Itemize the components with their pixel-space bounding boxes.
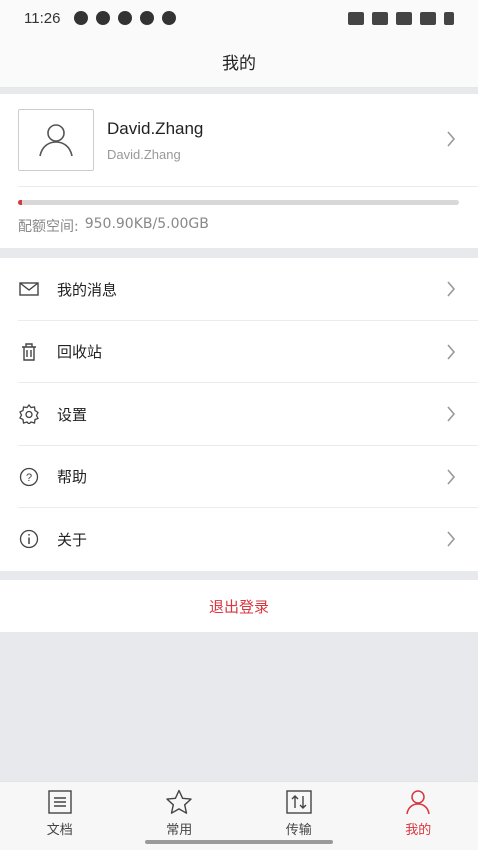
user-subtitle: David.Zhang	[107, 147, 181, 162]
battery-icon	[444, 11, 454, 25]
title-bar: 我的	[0, 36, 478, 88]
menu-item-recycle-bin[interactable]: 回收站	[0, 321, 478, 384]
menu-item-label: 设置	[57, 405, 88, 424]
nav-tab-label: 文档	[46, 823, 73, 838]
transfer-icon	[285, 788, 313, 816]
avatar[interactable]	[18, 109, 94, 171]
system-status-icons	[348, 11, 454, 25]
logout-label: 退出登录	[208, 597, 269, 616]
chevron-right-icon	[447, 343, 456, 360]
mail-icon	[18, 278, 40, 300]
chevron-right-icon	[447, 281, 456, 297]
app-notification-icon	[118, 11, 133, 25]
divider	[18, 186, 478, 187]
volte-icon	[348, 11, 364, 25]
menu-item-help[interactable]: ? 帮助	[0, 446, 478, 509]
menu-item-messages[interactable]: 我的消息	[0, 258, 478, 321]
profile-card[interactable]: David.Zhang David.Zhang 配额空间: 950.90KB/5…	[0, 94, 478, 248]
app-notification-icon	[140, 11, 155, 25]
quota-value: 950.90KB/5.00GB	[84, 216, 209, 232]
page-title: 我的	[222, 54, 256, 74]
status-time: 11:26	[24, 9, 61, 27]
notification-icons	[74, 11, 177, 25]
menu-item-settings[interactable]: 设置	[0, 383, 478, 446]
quota-progress-fill	[18, 200, 22, 205]
quota-label: 配额空间:	[18, 219, 79, 235]
nav-tab-label: 传输	[285, 823, 312, 838]
home-indicator[interactable]	[145, 840, 333, 844]
nav-tab-label: 我的	[405, 823, 432, 838]
quota-progress-bar	[18, 200, 459, 205]
chevron-right-icon	[447, 468, 456, 485]
gear-icon	[18, 403, 40, 425]
menu-item-label: 回收站	[57, 343, 103, 362]
app-notification-icon	[162, 11, 177, 25]
trash-icon	[18, 341, 40, 363]
menu-list: 我的消息 回收站 设置 ? 帮助 关于	[0, 258, 478, 571]
nav-tab-mine[interactable]: 我的	[359, 782, 478, 850]
chevron-right-icon	[447, 531, 456, 547]
nav-tab-label: 常用	[166, 823, 193, 838]
svg-text:?: ?	[26, 472, 32, 484]
document-icon	[46, 788, 74, 816]
menu-item-label: 关于	[57, 530, 88, 549]
wifi-icon	[396, 11, 412, 25]
person-icon	[39, 124, 73, 157]
info-icon	[18, 528, 40, 550]
menu-item-label: 我的消息	[57, 280, 118, 299]
app-notification-icon	[74, 11, 89, 25]
menu-item-about[interactable]: 关于	[0, 508, 478, 571]
menu-item-label: 帮助	[57, 468, 88, 487]
chevron-right-icon	[447, 131, 456, 147]
user-name: David.Zhang	[107, 119, 204, 138]
nav-tab-documents[interactable]: 文档	[0, 782, 120, 850]
signal-icon	[420, 11, 436, 25]
mute-icon	[372, 11, 388, 25]
status-bar: 11:26	[0, 0, 478, 36]
logout-button[interactable]: 退出登录	[0, 580, 478, 632]
person-icon	[404, 788, 432, 816]
chevron-right-icon	[447, 406, 456, 422]
quota-info: 配额空间: 950.90KB/5.00GB	[18, 216, 209, 236]
help-icon: ?	[18, 466, 40, 488]
star-icon	[165, 788, 193, 816]
app-notification-icon	[96, 11, 111, 25]
